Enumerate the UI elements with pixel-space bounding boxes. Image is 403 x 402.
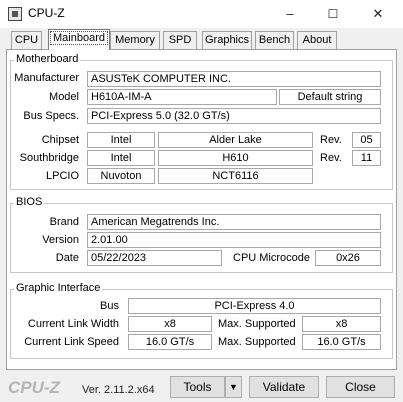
tab-cpu[interactable]: CPU <box>11 31 42 49</box>
lpcio-vendor-field: Nuvoton <box>87 168 155 184</box>
close-window-button[interactable]: ✕ <box>355 0 401 28</box>
lpcio-label: LPCIO <box>45 170 79 182</box>
tab-graphics[interactable]: Graphics <box>202 31 252 49</box>
window-title: CPU-Z <box>28 6 65 20</box>
cpu-z-app-icon <box>8 7 22 21</box>
tab-about-label: About <box>302 34 332 46</box>
bus-specs-field: PCI-Express 5.0 (32.0 GT/s) <box>87 108 381 124</box>
tab-about[interactable]: About <box>297 31 337 49</box>
tab-spd-label: SPD <box>168 34 192 46</box>
motherboard-group-title: Motherboard <box>14 53 81 65</box>
tab-cpu-label: CPU <box>14 34 39 46</box>
bios-brand-field: American Megatrends Inc. <box>87 214 381 230</box>
tools-dropdown-arrow-icon[interactable]: ▼ <box>225 376 242 398</box>
max-supported-width-label: Max. Supported <box>218 318 296 330</box>
max-supported-speed-label: Max. Supported <box>218 336 296 348</box>
current-link-speed-label: Current Link Speed <box>24 336 119 348</box>
southbridge-rev-label: Rev. <box>320 152 342 164</box>
chipset-name-field: Alder Lake <box>158 132 313 148</box>
chipset-label: Chipset <box>41 134 79 146</box>
graphic-bus-field: PCI-Express 4.0 <box>128 298 381 314</box>
max-supported-speed-field: 16.0 GT/s <box>302 334 381 350</box>
graphic-bus-label: Bus <box>100 300 119 312</box>
bios-version-field: 2.01.00 <box>87 232 381 248</box>
close-button[interactable]: Close <box>326 376 395 398</box>
bios-date-label: Date <box>55 252 79 264</box>
tab-mainboard-label: Mainboard <box>50 31 108 45</box>
southbridge-name-field: H610 <box>158 150 313 166</box>
model-extra-field: Default string <box>279 89 381 105</box>
tab-memory-label: Memory <box>115 34 155 46</box>
current-link-width-label: Current Link Width <box>27 318 119 330</box>
manufacturer-label: Manufacturer <box>14 72 79 84</box>
max-supported-width-field: x8 <box>302 316 381 332</box>
tab-bench-label: Bench <box>258 34 291 46</box>
graphic-interface-group-title: Graphic Interface <box>14 282 103 294</box>
lpcio-name-field: NCT6116 <box>158 168 313 184</box>
validate-button[interactable]: Validate <box>249 376 319 398</box>
cpu-microcode-label: CPU Microcode <box>233 252 311 264</box>
minimize-button[interactable]: – <box>267 0 313 28</box>
bios-group-title: BIOS <box>14 196 45 208</box>
chipset-rev-label: Rev. <box>320 134 342 146</box>
version-text: Ver. 2.11.2.x64 <box>82 384 155 396</box>
bios-brand-label: Brand <box>49 216 79 228</box>
chipset-vendor-field: Intel <box>87 132 155 148</box>
tab-bench[interactable]: Bench <box>255 31 294 49</box>
model-field: H610A-IM-A <box>87 89 277 105</box>
tools-button[interactable]: Tools <box>170 376 225 398</box>
model-label: Model <box>49 91 79 103</box>
cpu-z-logo: CPU-Z <box>8 378 60 397</box>
maximize-button[interactable]: ☐ <box>310 0 356 28</box>
tab-mainboard[interactable]: Mainboard <box>48 29 110 50</box>
current-link-speed-field: 16.0 GT/s <box>128 334 212 350</box>
manufacturer-field: ASUSTeK COMPUTER INC. <box>87 71 381 87</box>
southbridge-label: Southbridge <box>19 152 79 164</box>
southbridge-rev-field: 11 <box>352 150 381 166</box>
bus-specs-label: Bus Specs. <box>23 110 79 122</box>
southbridge-vendor-field: Intel <box>87 150 155 166</box>
cpu-microcode-field: 0x26 <box>315 250 381 266</box>
tab-memory[interactable]: Memory <box>110 31 160 49</box>
tab-graphics-label: Graphics <box>204 34 250 46</box>
bios-date-field: 05/22/2023 <box>87 250 222 266</box>
current-link-width-field: x8 <box>128 316 212 332</box>
chipset-rev-field: 05 <box>352 132 381 148</box>
tab-spd[interactable]: SPD <box>163 31 197 49</box>
bios-version-label: Version <box>42 234 79 246</box>
